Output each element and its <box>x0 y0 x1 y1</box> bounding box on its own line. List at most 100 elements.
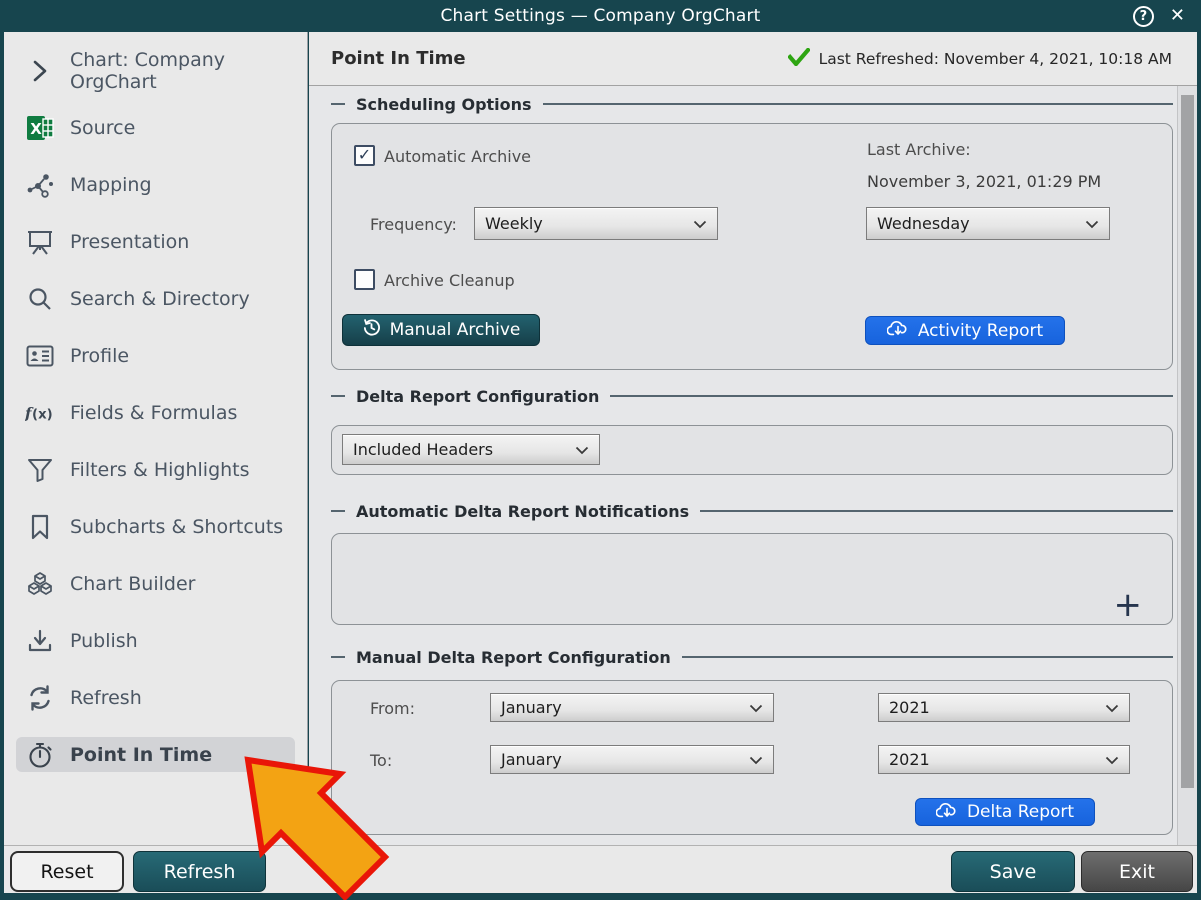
close-icon[interactable]: ✕ <box>1170 7 1185 25</box>
sidebar-item-publish[interactable]: Publish <box>16 623 295 658</box>
section-title: Scheduling Options <box>356 95 532 114</box>
sidebar-item-label: Subcharts & Shortcuts <box>70 516 283 538</box>
refresh-icon <box>25 684 55 712</box>
to-month-value: January <box>501 750 562 769</box>
excel-icon: X <box>25 114 55 142</box>
sidebar-item-label: Chart: Company OrgChart <box>70 49 289 93</box>
sidebar-item-label: Point In Time <box>70 744 212 766</box>
from-month-select[interactable]: January <box>490 693 774 722</box>
section-scheduling-options: Scheduling Options <box>331 94 1173 114</box>
footer-bar: Reset Refresh Save Exit <box>4 845 1197 893</box>
sidebar-item-fields-formulas[interactable]: f (x) Fields & Formulas <box>16 395 295 430</box>
publish-icon <box>25 627 55 655</box>
last-refreshed: Last Refreshed: November 4, 2021, 10:18 … <box>788 48 1172 70</box>
id-card-icon <box>25 342 55 370</box>
to-year-value: 2021 <box>889 750 930 769</box>
last-refreshed-text: Last Refreshed: November 4, 2021, 10:18 … <box>819 50 1172 68</box>
sidebar-item-label: Publish <box>70 630 138 652</box>
chevron-down-icon <box>749 750 763 769</box>
window-title: Chart Settings — Company OrgChart <box>0 6 1201 26</box>
sidebar-item-source[interactable]: X Source <box>16 110 295 145</box>
automatic-archive-label: Automatic Archive <box>384 147 531 166</box>
sidebar-item-label: Refresh <box>70 687 142 709</box>
section-title: Delta Report Configuration <box>356 387 599 406</box>
cloud-download-icon <box>936 802 958 823</box>
sidebar-item-refresh[interactable]: Refresh <box>16 680 295 715</box>
cloud-download-icon <box>887 320 909 341</box>
frequency-label: Frequency: <box>370 215 457 234</box>
to-label: To: <box>370 751 392 770</box>
scrollbar-thumb[interactable] <box>1181 95 1194 788</box>
page-title: Point In Time <box>331 48 466 69</box>
chevron-down-icon <box>1105 698 1119 717</box>
archive-day-select[interactable]: Wednesday <box>866 207 1110 240</box>
vertical-scrollbar[interactable] <box>1177 86 1197 845</box>
archive-cleanup-checkbox[interactable] <box>354 269 375 290</box>
chevron-right-icon <box>25 57 55 85</box>
sidebar-item-mapping[interactable]: Mapping <box>16 167 295 202</box>
sidebar: Chart: Company OrgChart X Source <box>4 32 308 845</box>
title-bar: Chart Settings — Company OrgChart ? ✕ <box>0 0 1201 32</box>
section-title: Automatic Delta Report Notifications <box>356 502 689 521</box>
sidebar-item-label: Filters & Highlights <box>70 459 250 481</box>
refresh-button[interactable]: Refresh <box>133 851 266 892</box>
to-year-select[interactable]: 2021 <box>878 745 1130 774</box>
from-year-select[interactable]: 2021 <box>878 693 1130 722</box>
sidebar-item-label: Source <box>70 117 135 139</box>
chevron-down-icon <box>1105 750 1119 769</box>
sidebar-item-label: Fields & Formulas <box>70 402 237 424</box>
cubes-icon <box>25 570 55 598</box>
archive-cleanup-label: Archive Cleanup <box>384 271 515 290</box>
bookmark-icon <box>25 513 55 541</box>
chevron-down-icon <box>1085 214 1099 233</box>
auto-delta-notifications-box: + <box>331 533 1173 625</box>
frequency-select[interactable]: Weekly <box>474 207 718 240</box>
section-auto-delta-notifications: Automatic Delta Report Notifications <box>331 501 1173 521</box>
sidebar-item-chart[interactable]: Chart: Company OrgChart <box>16 53 295 88</box>
sidebar-item-presentation[interactable]: Presentation <box>16 224 295 259</box>
sidebar-item-label: Chart Builder <box>70 573 195 595</box>
sidebar-item-filters-highlights[interactable]: Filters & Highlights <box>16 452 295 487</box>
section-delta-report-config: Delta Report Configuration <box>331 386 1173 406</box>
sidebar-item-label: Search & Directory <box>70 288 250 310</box>
delta-report-button[interactable]: Delta Report <box>915 798 1095 826</box>
panel-header: Point In Time Last Refreshed: November 4… <box>309 32 1197 86</box>
chevron-down-icon <box>575 440 589 459</box>
automatic-archive-checkbox[interactable] <box>354 145 375 166</box>
search-icon <box>25 285 55 313</box>
funnel-icon <box>25 456 55 484</box>
included-headers-select[interactable]: Included Headers <box>342 434 600 465</box>
manual-archive-button[interactable]: Manual Archive <box>342 314 540 346</box>
add-notification-button[interactable]: + <box>1114 588 1143 622</box>
from-year-value: 2021 <box>889 698 930 717</box>
archive-day-value: Wednesday <box>877 214 970 233</box>
fx-icon: f (x) <box>25 399 55 427</box>
from-month-value: January <box>501 698 562 717</box>
presentation-board-icon <box>25 228 55 256</box>
last-archive-label: Last Archive: <box>867 140 971 159</box>
nodes-icon <box>25 171 55 199</box>
sidebar-item-label: Presentation <box>70 231 189 253</box>
section-manual-delta-config: Manual Delta Report Configuration <box>331 647 1173 667</box>
activity-report-button[interactable]: Activity Report <box>865 316 1065 345</box>
chevron-down-icon <box>749 698 763 717</box>
activity-report-label: Activity Report <box>918 321 1043 341</box>
help-icon[interactable]: ? <box>1133 6 1154 27</box>
to-month-select[interactable]: January <box>490 745 774 774</box>
sidebar-item-search-directory[interactable]: Search & Directory <box>16 281 295 316</box>
sidebar-item-chart-builder[interactable]: Chart Builder <box>16 566 295 601</box>
panel-content: Scheduling Options Automatic Archive Las… <box>309 86 1197 845</box>
delta-report-config-box: Included Headers <box>331 425 1173 475</box>
sidebar-item-point-in-time[interactable]: Point In Time <box>16 737 295 772</box>
from-label: From: <box>370 699 415 718</box>
exit-button[interactable]: Exit <box>1081 851 1193 892</box>
frequency-value: Weekly <box>485 214 543 233</box>
manual-archive-label: Manual Archive <box>390 320 521 340</box>
svg-text:(x): (x) <box>32 407 53 422</box>
save-button[interactable]: Save <box>951 851 1075 892</box>
last-archive-value: November 3, 2021, 01:29 PM <box>867 172 1101 191</box>
reset-button[interactable]: Reset <box>10 851 124 892</box>
sidebar-item-profile[interactable]: Profile <box>16 338 295 373</box>
sidebar-item-subcharts-shortcuts[interactable]: Subcharts & Shortcuts <box>16 509 295 544</box>
included-headers-value: Included Headers <box>353 440 493 459</box>
